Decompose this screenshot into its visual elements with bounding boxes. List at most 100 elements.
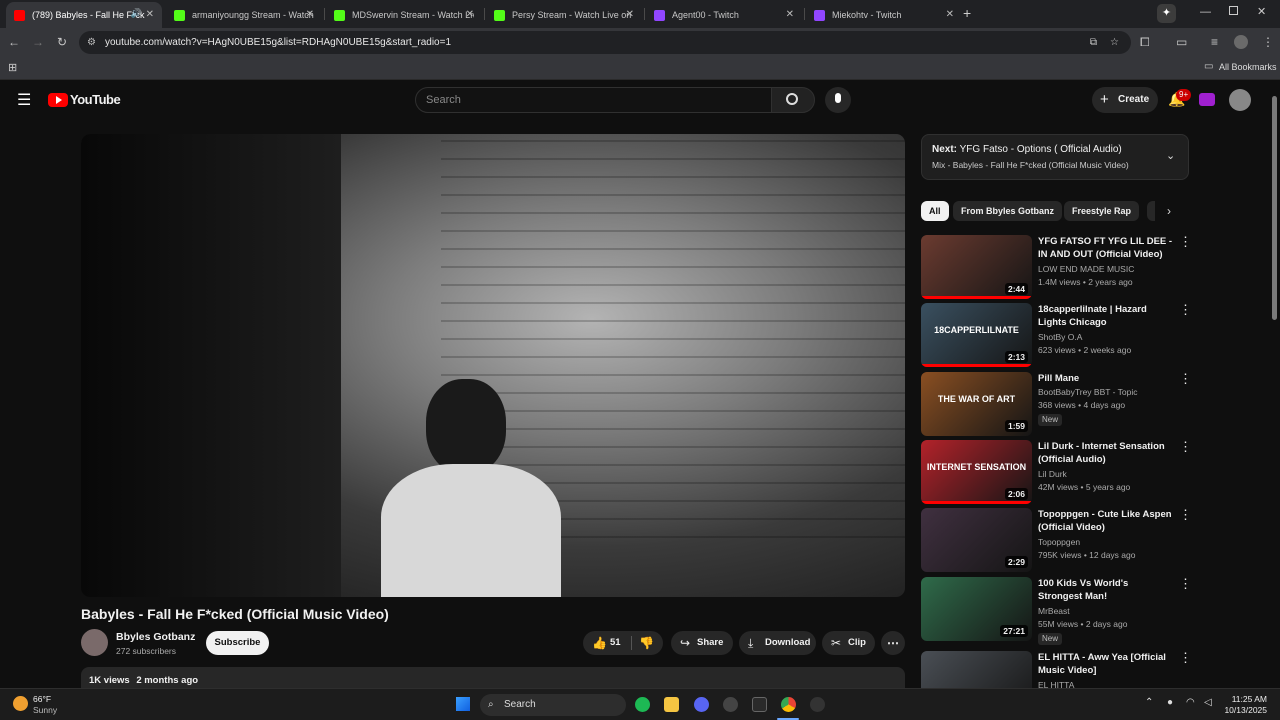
video-thumbnail[interactable]: 27:21 — [921, 577, 1032, 641]
chip-freestyle-rap[interactable]: Freestyle Rap — [1064, 201, 1140, 221]
address-bar[interactable]: ⚙ youtube.com/watch?v=HAgN0UBE15g&list=R… — [79, 31, 1131, 54]
restore-window-icon[interactable] — [1229, 6, 1238, 15]
recommended-video[interactable]: 2:29 Topoppgen - Cute Like Aspen (Officia… — [921, 508, 1192, 572]
close-window-icon[interactable]: ✕ — [1257, 5, 1266, 18]
forward-arrow-icon[interactable]: → — [32, 35, 44, 49]
create-button[interactable]: + Create — [1092, 87, 1158, 113]
new-tab-button[interactable]: + — [963, 5, 971, 21]
media-control-icon[interactable]: ▭ — [1176, 35, 1187, 49]
minimize-window-icon[interactable]: — — [1200, 6, 1211, 18]
epic-games-icon[interactable] — [752, 697, 767, 712]
recommended-video[interactable]: 27:21 100 Kids Vs World's Strongest Man! M… — [921, 577, 1192, 645]
tab-armaniyoungg[interactable]: armaniyoungg Stream - Watch ✕ — [166, 2, 322, 28]
bookmark-star-icon[interactable]: ☆ — [1110, 31, 1119, 54]
profile-avatar[interactable] — [1234, 35, 1248, 49]
recommended-channel[interactable]: BootBabyTrey BBT - Topic — [1038, 387, 1138, 397]
scrollbar-thumb[interactable] — [1272, 96, 1277, 320]
discord-icon[interactable] — [694, 697, 709, 712]
recommended-title[interactable]: YFG FATSO FT YFG LIL DEE - IN AND OUT (O… — [1038, 235, 1174, 261]
recommended-title[interactable]: 18capperlilnate | Hazard Lights Chicago — [1038, 303, 1174, 329]
tray-chevron-up-icon[interactable]: ⌃ — [1145, 697, 1153, 708]
more-options-icon[interactable]: ⋮ — [1179, 440, 1192, 454]
recommended-channel[interactable]: Topoppgen — [1038, 537, 1080, 547]
thumbs-down-icon[interactable]: 👎 — [639, 631, 654, 655]
close-tab-icon[interactable]: ✕ — [466, 9, 474, 20]
recommended-title[interactable]: Pill Mane — [1038, 372, 1174, 385]
recommended-video[interactable]: THE WAR OF ART 1:59 Pill Mane BootBabyTrey … — [921, 372, 1192, 436]
apps-grid-icon[interactable]: ⊞ — [8, 61, 17, 74]
file-explorer-icon[interactable] — [664, 697, 679, 712]
weather-sun-icon[interactable] — [13, 696, 28, 711]
wifi-icon[interactable]: ◠ — [1186, 697, 1195, 708]
chip-all[interactable]: All — [921, 201, 949, 221]
voice-search-button[interactable] — [825, 87, 851, 113]
chrome-menu-icon[interactable]: ⋮ — [1262, 35, 1274, 49]
video-player[interactable] — [81, 134, 905, 597]
windows-start-icon[interactable] — [456, 697, 470, 711]
chip-from-channel[interactable]: From Bbyles Gotbanz — [953, 201, 1063, 221]
close-tab-icon[interactable]: ✕ — [946, 9, 954, 20]
clock-date[interactable]: 10/13/2025 — [1218, 705, 1267, 715]
weather-temp[interactable]: 66°F — [33, 694, 51, 704]
page-scrollbar[interactable] — [1270, 90, 1278, 686]
recommended-title[interactable]: EL HITTA - Aww Yea [Official Music Video… — [1038, 651, 1174, 677]
more-options-icon[interactable]: ⋮ — [1179, 508, 1192, 522]
mix-playlist-panel[interactable]: Next: YFG Fatso - Options ( Official Aud… — [921, 134, 1189, 180]
all-bookmarks-link[interactable]: All Bookmarks — [1219, 62, 1277, 72]
like-count[interactable]: 51 — [610, 631, 621, 655]
more-options-icon[interactable]: ⋮ — [1179, 651, 1192, 665]
account-avatar[interactable] — [1229, 89, 1251, 111]
download-button[interactable]: ⤓ Download — [739, 631, 816, 655]
chevron-right-icon[interactable]: › — [1167, 204, 1171, 218]
audio-playing-icon[interactable]: 🔊 — [131, 8, 142, 19]
close-tab-icon[interactable]: ✕ — [306, 9, 314, 20]
taskbar-search[interactable]: ⌕ Search — [480, 694, 626, 716]
clock-time[interactable]: 11:25 AM — [1230, 694, 1267, 704]
more-options-icon[interactable]: ⋮ — [1179, 577, 1192, 591]
close-tab-icon[interactable]: ✕ — [626, 9, 634, 20]
reload-icon[interactable]: ↻ — [57, 35, 67, 49]
video-thumbnail[interactable]: 18CAPPERLILNATE 2:13 — [921, 303, 1032, 367]
gemini-sparkle-icon[interactable]: ✦ — [1157, 4, 1176, 23]
tab-miekohtv[interactable]: Miekohtv - Twitch ✕ — [806, 2, 962, 28]
search-button[interactable] — [771, 87, 815, 113]
premium-offer-icon[interactable] — [1199, 93, 1215, 106]
close-tab-icon[interactable]: ✕ — [146, 9, 154, 20]
share-button[interactable]: ↪ Share — [671, 631, 733, 655]
chrome-taskbar-icon[interactable] — [781, 697, 796, 712]
search-input[interactable]: Search — [415, 87, 772, 113]
recommended-channel[interactable]: MrBeast — [1038, 606, 1070, 616]
reading-list-icon[interactable]: ≡ — [1211, 35, 1218, 49]
clip-button[interactable]: ✂ Clip — [822, 631, 875, 655]
back-arrow-icon[interactable]: ← — [8, 35, 20, 49]
tab-mdswervin[interactable]: MDSwervin Stream - Watch Live ✕ — [326, 2, 482, 28]
volume-icon[interactable]: ◁ — [1204, 697, 1212, 708]
video-thumbnail[interactable]: 2:44 — [921, 235, 1032, 299]
install-app-icon[interactable]: ⧉ — [1090, 31, 1097, 54]
recommended-title[interactable]: Topoppgen - Cute Like Aspen (Official Vi… — [1038, 508, 1174, 534]
chevron-down-icon[interactable]: ⌄ — [1166, 149, 1175, 162]
video-thumbnail[interactable]: 2:29 — [921, 508, 1032, 572]
extensions-icon[interactable]: ⧠ — [1140, 35, 1150, 49]
tab-agent00[interactable]: Agent00 - Twitch ✕ — [646, 2, 802, 28]
recommended-video[interactable]: 2:44 YFG FATSO FT YFG LIL DEE - IN AND OU… — [921, 235, 1192, 299]
recommended-channel[interactable]: ShotBy O.A — [1038, 332, 1082, 342]
more-options-icon[interactable]: ⋮ — [1179, 372, 1192, 386]
youtube-logo[interactable]: YouTube — [48, 92, 121, 107]
recommended-channel[interactable]: LOW END MADE MUSIC — [1038, 264, 1134, 274]
thumbs-up-icon[interactable]: 👍 — [592, 631, 607, 655]
recommended-channel[interactable]: Lil Durk — [1038, 469, 1067, 479]
recommended-video[interactable]: INTERNET SENSATION 2:06 Lil Durk - Interne… — [921, 440, 1192, 504]
video-thumbnail[interactable]: INTERNET SENSATION 2:06 — [921, 440, 1032, 504]
site-settings-icon[interactable]: ⚙ — [87, 31, 96, 54]
recommended-video[interactable]: 18CAPPERLILNATE 2:13 18capperlilnate | Haz… — [921, 303, 1192, 367]
subscribe-button[interactable]: Subscribe — [206, 631, 269, 655]
video-thumbnail[interactable]: THE WAR OF ART 1:59 — [921, 372, 1032, 436]
steam-icon[interactable] — [723, 697, 738, 712]
channel-avatar[interactable] — [81, 629, 108, 656]
more-options-icon[interactable]: ⋮ — [1179, 235, 1192, 249]
app-g-icon[interactable] — [810, 697, 825, 712]
spotify-icon[interactable] — [635, 697, 650, 712]
recommended-title[interactable]: 100 Kids Vs World's Strongest Man! — [1038, 577, 1174, 603]
close-tab-icon[interactable]: ✕ — [786, 9, 794, 20]
